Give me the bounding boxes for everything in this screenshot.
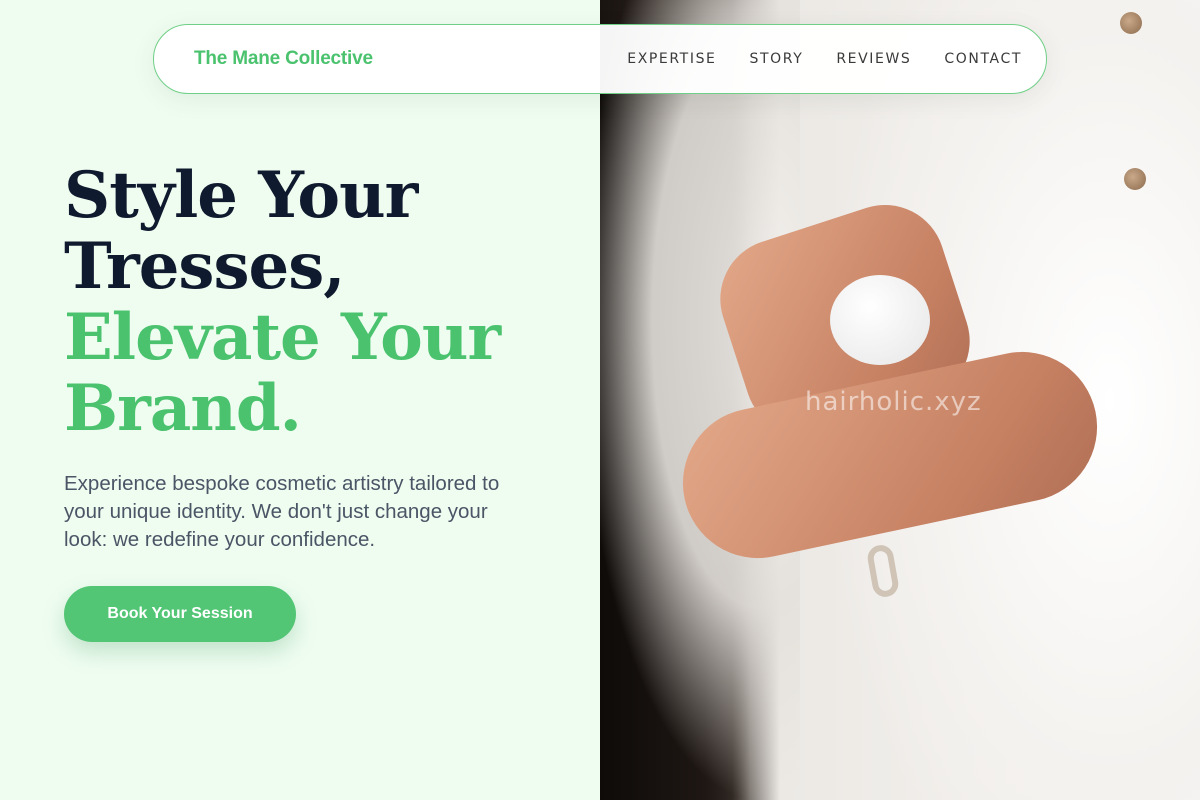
shirt-button bbox=[1124, 168, 1146, 190]
photo-ring bbox=[865, 543, 901, 599]
nav-link-reviews[interactable]: REVIEWS bbox=[836, 51, 911, 67]
nav-link-contact[interactable]: CONTACT bbox=[944, 51, 1022, 67]
headline-line-3: Elevate Your bbox=[64, 300, 501, 375]
shirt-button bbox=[1120, 12, 1142, 34]
brand-logo[interactable]: The Mane Collective bbox=[194, 48, 373, 70]
hero-photo: hairholic.xyz bbox=[600, 0, 1200, 800]
headline-line-1: Style Your bbox=[64, 158, 418, 233]
nav-links: EXPERTISE STORY REVIEWS CONTACT bbox=[627, 51, 1022, 67]
headline-line-2: Tresses, bbox=[64, 229, 346, 304]
book-session-button[interactable]: Book Your Session bbox=[64, 586, 296, 642]
top-navbar: The Mane Collective EXPERTISE STORY REVI… bbox=[153, 24, 1047, 94]
photo-lotion-bottle bbox=[830, 275, 930, 365]
nav-link-expertise[interactable]: EXPERTISE bbox=[627, 51, 716, 67]
hero-lead-paragraph: Experience bespoke cosmetic artistry tai… bbox=[64, 472, 500, 551]
nav-link-story[interactable]: STORY bbox=[750, 51, 804, 67]
hero-headline: Style Your Tresses, Elevate Your Brand. bbox=[64, 158, 501, 446]
photo-watermark: hairholic.xyz bbox=[805, 387, 982, 417]
headline-line-4: Brand. bbox=[64, 371, 302, 446]
